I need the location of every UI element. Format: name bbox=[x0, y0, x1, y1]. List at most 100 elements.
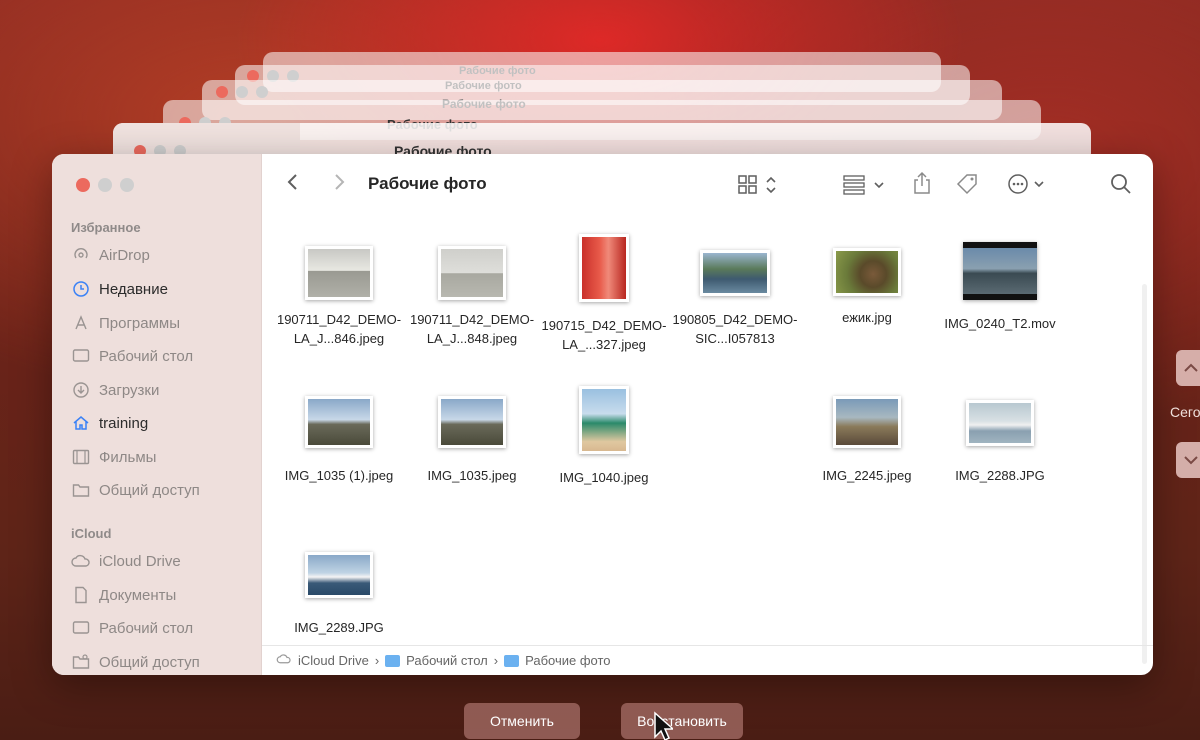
window-controls bbox=[76, 178, 134, 192]
file-thumbnail bbox=[833, 248, 901, 296]
restore-button[interactable]: Восстановить bbox=[621, 703, 743, 739]
share-button[interactable] bbox=[912, 171, 932, 195]
zoom-button[interactable] bbox=[120, 178, 134, 192]
sidebar-item-label: Фильмы bbox=[99, 448, 157, 466]
apps-icon bbox=[71, 314, 91, 332]
sidebar-item-icloud-drive[interactable]: iCloud Drive bbox=[71, 550, 181, 572]
sidebar-item-label: Общий доступ bbox=[99, 653, 200, 671]
file-item[interactable]: ежик.jpg bbox=[802, 242, 932, 327]
time-down-button[interactable] bbox=[1176, 442, 1200, 478]
sidebar-item-label: Рабочий стол bbox=[99, 347, 194, 365]
toolbar: Рабочие фото bbox=[262, 154, 1153, 214]
scrollbar[interactable] bbox=[1142, 284, 1147, 664]
file-item[interactable]: 190711_D42_DEMO-LA_J...848.jpeg bbox=[407, 242, 537, 348]
path-separator: › bbox=[493, 653, 499, 668]
sidebar-item-label: training bbox=[99, 414, 149, 432]
close-button[interactable] bbox=[76, 178, 90, 192]
file-thumbnail bbox=[833, 396, 901, 448]
sidebar: Избранное AirDrop Недавние Программы Раб… bbox=[52, 154, 262, 675]
file-thumbnail bbox=[963, 242, 1037, 300]
sidebar-item-recents[interactable]: Недавние bbox=[71, 278, 168, 300]
chevron-up-icon bbox=[1184, 363, 1198, 372]
tag-icon bbox=[956, 174, 977, 195]
sidebar-item-icloud-desktop[interactable]: Рабочий стол bbox=[71, 617, 193, 639]
path-bar: iCloud Drive › Рабочий стол › Рабочие фо… bbox=[262, 645, 1153, 675]
file-thumbnail bbox=[579, 234, 629, 302]
sidebar-item-documents[interactable]: Документы bbox=[71, 584, 176, 606]
sidebar-item-icloud-shared[interactable]: Общий доступ bbox=[71, 651, 200, 673]
sidebar-item-label: Рабочий стол bbox=[99, 619, 194, 637]
home-icon bbox=[71, 414, 91, 432]
file-grid: 190711_D42_DEMO-LA_J...846.jpeg 190711_D… bbox=[262, 214, 1153, 664]
cloud-icon bbox=[71, 552, 91, 570]
file-name: 190715_D42_DEMO-LA_...327.jpeg bbox=[541, 318, 667, 352]
back-button[interactable] bbox=[286, 172, 300, 192]
time-up-button[interactable] bbox=[1176, 350, 1200, 386]
file-name: IMG_1040.jpeg bbox=[559, 470, 649, 485]
file-name: 190711_D42_DEMO-LA_J...848.jpeg bbox=[409, 312, 535, 346]
file-name: 190805_D42_DEMO-SIC...I057813 bbox=[672, 312, 798, 346]
file-thumbnail bbox=[305, 396, 373, 448]
file-name: IMG_0240_T2.mov bbox=[944, 316, 1056, 331]
file-name: IMG_2245.jpeg bbox=[822, 468, 912, 483]
sidebar-item-label: Документы bbox=[99, 586, 177, 604]
sidebar-item-label: Недавние bbox=[99, 280, 168, 298]
finder-window: Избранное AirDrop Недавние Программы Раб… bbox=[52, 154, 1153, 675]
file-name: IMG_2288.JPG bbox=[955, 468, 1045, 483]
timeline-label: Сего bbox=[1170, 404, 1200, 420]
sidebar-item-applications[interactable]: Программы bbox=[71, 312, 180, 334]
sidebar-item-training[interactable]: training bbox=[71, 412, 148, 434]
file-name: 190711_D42_DEMO-LA_J...846.jpeg bbox=[276, 312, 402, 346]
path-folder-desktop[interactable]: Рабочий стол bbox=[406, 653, 488, 668]
sidebar-item-desktop[interactable]: Рабочий стол bbox=[71, 345, 193, 367]
clock-icon bbox=[71, 280, 91, 298]
file-item[interactable]: 190715_D42_DEMO-LA_...327.jpeg bbox=[539, 234, 669, 354]
sidebar-item-label: AirDrop bbox=[99, 246, 150, 264]
download-icon bbox=[71, 381, 91, 399]
file-name: ежик.jpg bbox=[842, 310, 892, 325]
folder-icon bbox=[504, 654, 520, 667]
sidebar-item-label: Программы bbox=[99, 314, 181, 332]
file-thumbnail bbox=[438, 396, 506, 448]
forward-button[interactable] bbox=[332, 172, 346, 192]
more-actions-button[interactable] bbox=[1007, 173, 1053, 195]
shared-folder-icon bbox=[71, 653, 91, 671]
file-item[interactable]: IMG_2288.JPG bbox=[935, 392, 1065, 485]
path-root[interactable]: iCloud Drive bbox=[298, 653, 369, 668]
sidebar-item-label: iCloud Drive bbox=[99, 552, 181, 570]
cancel-button[interactable]: Отменить bbox=[464, 703, 580, 739]
icloud-header: iCloud bbox=[71, 526, 112, 541]
file-item[interactable]: 190805_D42_DEMO-SIC...I057813 bbox=[670, 242, 800, 348]
tag-button[interactable] bbox=[955, 172, 981, 196]
share-icon bbox=[914, 171, 930, 194]
favorites-header: Избранное bbox=[71, 220, 141, 235]
cloud-icon bbox=[276, 653, 292, 668]
file-item[interactable]: IMG_1040.jpeg bbox=[539, 386, 669, 487]
file-item[interactable]: IMG_2289.JPG bbox=[274, 544, 404, 637]
desktop-icon bbox=[71, 347, 91, 365]
grid-view-icon bbox=[738, 175, 776, 194]
file-item[interactable]: IMG_1035.jpeg bbox=[407, 392, 537, 485]
file-thumbnail bbox=[966, 400, 1034, 446]
close-button bbox=[216, 86, 228, 98]
view-mode-button[interactable] bbox=[737, 174, 781, 196]
file-item[interactable]: IMG_0240_T2.mov bbox=[935, 242, 1065, 333]
search-button[interactable] bbox=[1110, 173, 1132, 195]
file-item[interactable]: IMG_2245.jpeg bbox=[802, 392, 932, 485]
minimize-button[interactable] bbox=[98, 178, 112, 192]
sidebar-item-movies[interactable]: Фильмы bbox=[71, 446, 156, 468]
path-folder-current[interactable]: Рабочие фото bbox=[525, 653, 610, 668]
file-item[interactable]: IMG_1035 (1).jpeg bbox=[274, 392, 404, 485]
group-button[interactable] bbox=[842, 174, 890, 196]
file-item[interactable]: 190711_D42_DEMO-LA_J...846.jpeg bbox=[274, 242, 404, 348]
folder-icon bbox=[385, 654, 401, 667]
sidebar-item-shared[interactable]: Общий доступ bbox=[71, 479, 200, 501]
chevron-left-icon bbox=[287, 174, 297, 190]
sidebar-item-label: Общий доступ bbox=[99, 481, 200, 499]
window-title: Рабочие фото bbox=[368, 174, 487, 193]
sidebar-item-airdrop[interactable]: AirDrop bbox=[71, 244, 150, 266]
search-icon bbox=[1111, 174, 1131, 194]
chevron-right-icon bbox=[335, 174, 345, 190]
sidebar-item-downloads[interactable]: Загрузки bbox=[71, 379, 159, 401]
file-thumbnail bbox=[305, 552, 373, 598]
